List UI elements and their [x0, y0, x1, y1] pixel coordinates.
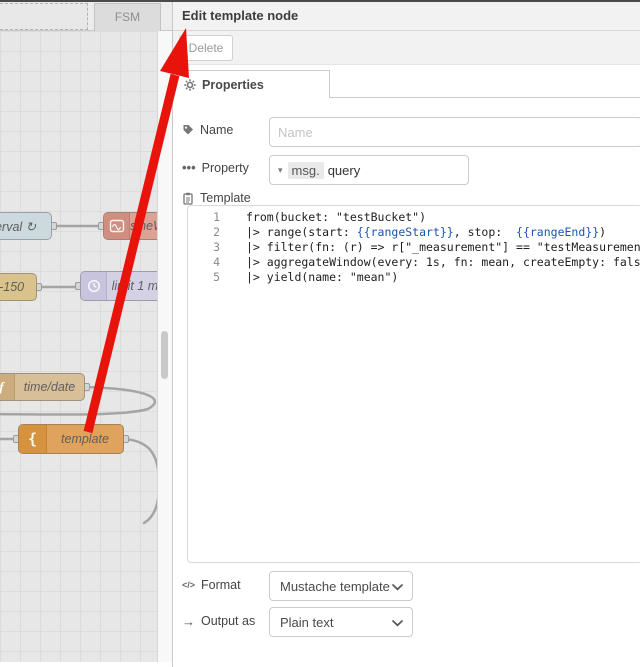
node-timedate-label: time/date [23, 380, 76, 394]
name-label: Name [200, 123, 234, 137]
sine-wave-icon [104, 213, 130, 239]
node-template-label: template [61, 432, 109, 446]
curly-brace-icon: { [19, 425, 47, 453]
template-label: Template [200, 191, 251, 205]
ellipsis-icon: ••• [182, 160, 196, 175]
dialog-title: Edit template node [173, 2, 640, 31]
output-select-value: Plain text [280, 614, 334, 630]
template-code-editor[interactable]: 12345 from(bucket: "testBucket") |> range… [187, 205, 640, 563]
output-row: → Output as [182, 613, 255, 629]
tab-properties[interactable]: Properties [173, 70, 330, 98]
property-value-input[interactable] [327, 162, 468, 178]
format-label: Format [201, 578, 241, 592]
chevron-down-icon [392, 620, 403, 627]
function-icon: f [0, 374, 15, 400]
delete-button[interactable]: Delete [179, 35, 233, 61]
wires [0, 224, 157, 525]
editor-gutter: 12345 [213, 210, 220, 284]
node-sinewave-label: sineWave [130, 219, 157, 233]
property-typed-input[interactable]: ▾ msg. [269, 155, 469, 185]
chevron-down-icon [392, 584, 403, 591]
flow-workspace: FSM interval ↻ [0, 2, 172, 667]
chevron-down-icon[interactable]: ▾ [278, 165, 283, 176]
timer-icon [81, 272, 107, 300]
canvas-scrollbar[interactable] [158, 31, 172, 662]
editor-code[interactable]: from(bucket: "testBucket") |> range(start… [232, 206, 640, 562]
node-interval[interactable]: interval ↻ [0, 212, 52, 240]
code-brackets-icon: </> [182, 580, 196, 590]
arrow-right-icon: → [182, 613, 195, 629]
property-prefix[interactable]: msg. [287, 161, 324, 179]
output-select[interactable]: Plain text [269, 607, 413, 637]
flow-tab-fsm[interactable]: FSM [94, 3, 161, 31]
node-limit[interactable]: limit 1 ms [80, 271, 158, 301]
node-limit-label: limit 1 ms [111, 279, 158, 293]
tab-properties-label: Properties [202, 77, 264, 92]
property-row: ••• Property [182, 160, 249, 176]
dialog-toolbar: Delete [173, 31, 640, 65]
clipboard-icon [182, 192, 194, 205]
template-row: Template [182, 190, 251, 206]
node-s150[interactable]: s-150 [0, 273, 37, 301]
screen: FSM interval ↻ [0, 0, 640, 667]
name-input[interactable] [269, 117, 640, 147]
flow-tabbar: FSM [0, 2, 172, 31]
node-template[interactable]: { template [18, 424, 124, 454]
edit-template-dialog: Edit template node Delete Properties Nam… [172, 2, 640, 667]
flow-tab-placeholder[interactable] [0, 3, 88, 30]
tag-icon [182, 124, 194, 136]
canvas-scrollbar-thumb[interactable] [161, 331, 168, 379]
node-timedate[interactable]: f time/date [0, 373, 85, 401]
node-sinewave[interactable]: sineWave [103, 212, 157, 240]
format-row: </> Format [182, 577, 241, 593]
gear-icon [184, 78, 196, 91]
format-select[interactable]: Mustache template [269, 571, 413, 601]
flow-canvas[interactable]: interval ↻ sineWave s-150 limit 1 ms [0, 31, 158, 662]
output-label: Output as [201, 614, 256, 628]
format-select-value: Mustache template [280, 578, 390, 594]
node-s150-label: s-150 [0, 280, 25, 294]
tab-underline [330, 97, 640, 98]
node-interval-label: interval ↻ [0, 219, 37, 234]
property-label: Property [201, 161, 249, 175]
name-row: Name [182, 122, 233, 138]
